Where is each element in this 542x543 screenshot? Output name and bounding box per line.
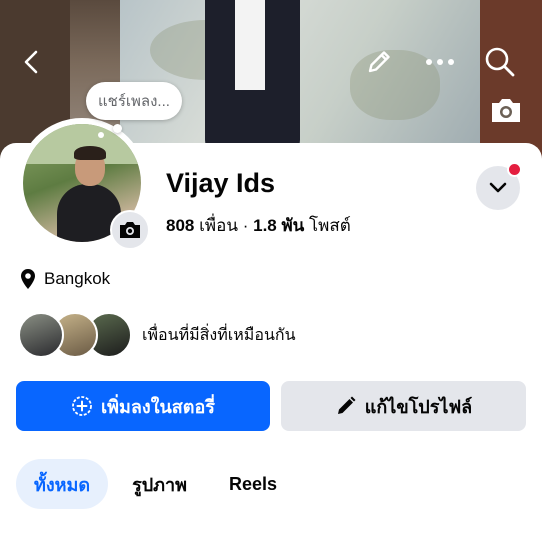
profile-stats: 808 เพื่อน · 1.8 พัน โพสต์ <box>166 212 351 239</box>
more-dots-icon <box>426 59 454 65</box>
mutual-friends-row[interactable]: เพื่อนที่มีสิ่งที่เหมือนกัน <box>18 312 296 358</box>
mutual-friend-avatar <box>18 312 64 358</box>
camera-icon <box>120 222 140 238</box>
posts-count: 1.8 พัน <box>253 216 305 235</box>
profile-tabs: ทั้งหมด รูปภาพ Reels <box>16 459 301 509</box>
tab-reels[interactable]: Reels <box>211 459 295 509</box>
camera-icon <box>492 99 520 122</box>
pencil-icon <box>337 396 356 414</box>
location-pin-icon <box>21 269 35 289</box>
note-bubble-tail <box>113 124 122 133</box>
pencil-icon <box>368 51 390 73</box>
more-button[interactable] <box>422 44 458 80</box>
add-to-story-label: เพิ่มลงในสตอรี่ <box>101 396 215 417</box>
back-button[interactable] <box>14 44 50 80</box>
cover-camera-button[interactable] <box>484 88 528 132</box>
location-row: Bangkok <box>20 268 110 290</box>
add-circle-icon <box>72 396 92 416</box>
chevron-left-icon <box>24 50 38 74</box>
chevron-down-icon <box>489 182 507 193</box>
friends-count[interactable]: 808 <box>166 216 194 235</box>
tab-all[interactable]: ทั้งหมด <box>16 459 109 509</box>
edit-cover-button[interactable] <box>361 44 397 80</box>
edit-profile-button[interactable]: แก้ไขโปรไฟล์ <box>281 381 526 431</box>
profile-name: Vijay Ids <box>166 168 276 198</box>
friends-label[interactable]: เพื่อน <box>199 216 238 235</box>
notification-dot <box>507 162 522 177</box>
posts-label: โพสต์ <box>309 216 351 235</box>
cover-bg-map <box>120 0 480 160</box>
note-bubble[interactable]: แชร์เพลง... <box>86 82 182 120</box>
stats-separator: · <box>242 216 249 235</box>
mutual-friends-text: เพื่อนที่มีสิ่งที่เหมือนกัน <box>142 326 296 344</box>
cover-bg-right <box>480 0 542 160</box>
search-icon <box>485 47 515 77</box>
avatar-camera-button[interactable] <box>110 210 150 250</box>
cover-person-shirt <box>235 0 265 90</box>
location-text: Bangkok <box>44 269 111 288</box>
tab-photos[interactable]: รูปภาพ <box>114 459 205 509</box>
search-button[interactable] <box>482 44 518 80</box>
note-bubble-tail-small <box>98 132 104 138</box>
add-to-story-button[interactable]: เพิ่มลงในสตอรี่ <box>16 381 270 431</box>
note-text: แชร์เพลง... <box>98 93 170 110</box>
edit-profile-label: แก้ไขโปรไฟล์ <box>364 396 473 417</box>
